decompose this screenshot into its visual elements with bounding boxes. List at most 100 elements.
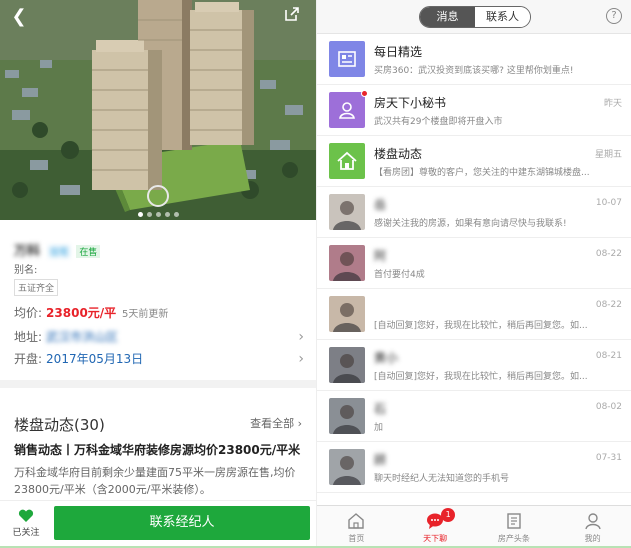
building-rendering (0, 0, 316, 220)
message-row[interactable]: 楼盘动态【看房团】尊敬的客户，您关注的中建东湖锦城楼盘... 星期五 (317, 136, 631, 187)
dynamics-headline[interactable]: 销售动态丨万科金域华府装修房源均价23800元/平米 (14, 441, 306, 458)
message-preview: 武汉共有29个楼盘即将开盘入市 (374, 117, 503, 127)
message-sender: 楼盘动态 (374, 147, 423, 161)
follow-button[interactable]: 已关注 (6, 507, 46, 543)
message-sender: 阿 (374, 249, 387, 263)
bottom-action-bar: 已关注 联系经纪人 (0, 500, 316, 548)
message-sender: 石 (374, 402, 387, 416)
message-row[interactable]: 阿首付要付4成 08-22 (317, 238, 631, 289)
message-row[interactable]: 房天下小秘书武汉共有29个楼盘即将开盘入市 昨天 (317, 85, 631, 136)
tab-label: 房产头条 (497, 534, 530, 543)
price-label: 均价: (14, 306, 43, 320)
dynamics-title: 楼盘动态(30) (14, 414, 105, 435)
share-icon[interactable] (284, 6, 306, 28)
message-row[interactable]: 顾聊天时经纪人无法知道您的手机号 07-31 (317, 442, 631, 493)
address-value: 武汉市洪山区 (46, 330, 119, 344)
message-time: 星期五 (594, 150, 622, 160)
message-preview: 买房360：武汉投资到底该买哪? 这里帮你划重点! (374, 66, 574, 76)
tab-label: 首页 (348, 534, 365, 543)
agent-photo (329, 296, 365, 332)
price-value: 23800元/平 (46, 306, 117, 320)
address-row[interactable]: 地址: 武汉市洪山区 › (14, 328, 304, 346)
section-divider (0, 380, 316, 388)
tab-chat[interactable]: 1 天下聊 (396, 506, 475, 548)
message-time: 08-21 (595, 351, 622, 361)
opening-date: 2017年05月13日 (46, 352, 144, 366)
message-preview: [自动回复]您好，我现在比较忙，稍后再回复您。如... (374, 372, 588, 382)
message-row[interactable]: 岳感谢关注我的房源，如果有意向请尽快与我联系! 10-07 (317, 187, 631, 238)
sale-status-tag: 在售 (76, 245, 101, 258)
price-updated: 5天前更新 (122, 309, 169, 320)
agent-photo (329, 449, 365, 485)
property-photo[interactable]: ❮ (0, 0, 316, 220)
tab-messages[interactable]: 消息 (420, 7, 475, 27)
alias-label: 别名: (14, 265, 38, 276)
property-type-tag: 住宅 (48, 245, 71, 258)
heart-icon (18, 509, 34, 522)
agent-photo (329, 245, 365, 281)
property-dynamics-section: 楼盘动态(30) 查看全部 › 销售动态丨万科金域华府装修房源均价23800元/… (0, 388, 316, 500)
message-time: 08-02 (595, 402, 622, 412)
message-sender: 岳 (374, 198, 387, 212)
profile-icon (584, 513, 601, 530)
message-preview: 加 (374, 423, 384, 433)
news-icon (507, 513, 521, 529)
back-icon[interactable]: ❮ (8, 6, 30, 28)
message-row[interactable]: 每日精选买房360：武汉投资到底该买哪? 这里帮你划重点! (317, 34, 631, 85)
message-list: 每日精选 买房360：武汉投资到底该买哪? 这里帮你划重点! 房天下小秘书 武汉共有2… (317, 34, 631, 493)
property-name: 万科 (14, 244, 41, 259)
tab-profile[interactable]: 我的 (553, 506, 631, 548)
property-detail-pane: ❮ 万科 住宅 在售 别名: 五证齐全 均价: 23800元/平 5天前更新 地址… (0, 0, 316, 548)
message-time: 08-22 (595, 249, 622, 259)
tab-contacts[interactable]: 联系人 (475, 7, 530, 27)
tab-news[interactable]: 房产头条 (475, 506, 554, 548)
house-icon (329, 143, 365, 179)
message-preview: [自动回复]您好，我现在比较忙，稍后再回复您。如... (374, 321, 588, 331)
home-icon (348, 513, 365, 529)
contact-agent-button[interactable]: 联系经纪人 (54, 506, 310, 540)
chevron-right-icon: › (298, 351, 304, 367)
message-time: 08-22 (595, 300, 622, 310)
opening-label: 开盘: (14, 352, 43, 366)
tab-home[interactable]: 首页 (317, 506, 396, 548)
message-row[interactable]: [自动回复]您好，我现在比较忙，稍后再回复您。如... 08-22 (317, 289, 631, 340)
dynamics-title-text: 楼盘动态 (14, 416, 75, 434)
message-time: 昨天 (603, 99, 622, 109)
message-time: 10-07 (595, 198, 622, 208)
feature-tag: 五证齐全 (14, 279, 59, 296)
message-row[interactable]: 黄小 [自动回复]您好，我现在比较忙，稍后再回复您。如... 08-21 (317, 340, 631, 391)
follow-label: 已关注 (12, 528, 40, 538)
message-sender: 房天下小秘书 (374, 96, 447, 110)
view-all-link[interactable]: 查看全部 › (250, 415, 302, 431)
message-sender: 顾 (374, 453, 387, 467)
message-preview: 【看房团】尊敬的客户，您关注的中建东湖锦城楼盘... (374, 168, 590, 178)
message-time: 07-31 (595, 453, 622, 463)
bottom-tab-bar: 首页 1 天下聊 房产头条 我的 (317, 505, 631, 548)
property-title-row: 万科 住宅 在售 (14, 240, 101, 259)
agent-photo (329, 398, 365, 434)
dynamics-body[interactable]: 万科金域华府目前剩余少量建面75平米一房房源在售,均价23800元/平米（含20… (14, 464, 310, 498)
message-row[interactable]: 石加 08-02 (317, 391, 631, 442)
tab-label: 天下聊 (423, 534, 448, 543)
opening-row[interactable]: 开盘: 2017年05月13日 › (14, 350, 304, 368)
message-sender: 每日精选 (374, 45, 423, 59)
messages-header: 消息 联系人 ? (317, 0, 631, 34)
view-all-label: 查看全部 (250, 417, 295, 430)
unread-badge: 1 (441, 508, 456, 522)
unread-dot (361, 90, 368, 97)
dynamics-count: (30) (74, 416, 105, 434)
message-preview: 聊天时经纪人无法知道您的手机号 (374, 474, 510, 484)
tab-label: 我的 (584, 534, 601, 543)
messages-pane: 消息 联系人 ? 每日精选 买房360：武汉投资到底该买哪? 这里帮你划重点! 房天… (316, 0, 631, 548)
agent-photo (329, 194, 365, 230)
price-row: 均价: 23800元/平 5天前更新 (14, 304, 304, 322)
message-sender: 黄小 (374, 351, 399, 365)
message-preview: 首付要付4成 (374, 270, 425, 280)
person-icon (329, 92, 365, 128)
carousel-dots (0, 202, 316, 220)
message-preview: 感谢关注我的房源，如果有意向请尽快与我联系! (374, 219, 567, 229)
segment-control: 消息 联系人 (419, 6, 531, 28)
agent-photo (329, 347, 365, 383)
newspaper-icon (329, 41, 365, 77)
help-icon[interactable]: ? (606, 8, 622, 24)
